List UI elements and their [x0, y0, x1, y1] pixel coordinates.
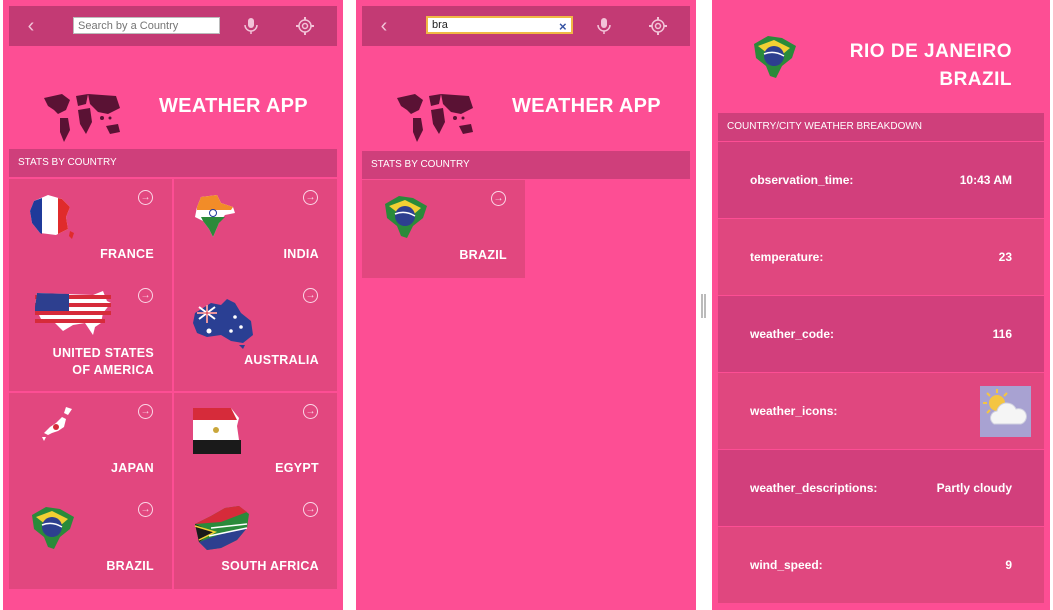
- search-input[interactable]: [73, 17, 220, 34]
- india-map-icon: [195, 195, 235, 237]
- japan-map-icon: [42, 407, 72, 441]
- country-name: EGYPT: [275, 461, 319, 475]
- arrow-right-icon[interactable]: →: [303, 190, 318, 205]
- egypt-map-icon: [193, 408, 241, 454]
- back-icon[interactable]: ‹: [19, 14, 43, 38]
- country-name: UNITED STATES OF AMERICA: [52, 346, 154, 377]
- weather-key: weather_code:: [750, 327, 835, 341]
- weather-row-weather-icons: weather_icons:: [718, 373, 1044, 449]
- country-card-india[interactable]: → INDIA: [174, 179, 337, 277]
- weather-key: weather_icons:: [750, 404, 838, 418]
- app-title: WEATHER APP: [159, 95, 308, 117]
- arrow-right-icon[interactable]: →: [491, 191, 506, 206]
- weather-value: 10:43 AM: [959, 173, 1012, 187]
- australia-map-icon: [193, 299, 253, 349]
- weather-value: Partly cloudy: [936, 481, 1012, 495]
- country-card-australia[interactable]: → AUSTRALIA: [174, 277, 337, 391]
- weather-value: 23: [998, 250, 1012, 264]
- arrow-right-icon[interactable]: →: [303, 502, 318, 517]
- arrow-right-icon[interactable]: →: [138, 288, 153, 303]
- top-bar: ‹ ×: [362, 6, 690, 46]
- country-card-egypt[interactable]: → EGYPT: [174, 393, 337, 491]
- france-map-icon: [30, 195, 74, 239]
- weather-value: 9: [1005, 558, 1012, 572]
- country-card-united-states[interactable]: → UNITED STATES OF AMERICA: [9, 277, 172, 391]
- country-name: AUSTRALIA: [244, 353, 319, 367]
- detail-screen: RIO DE JANEIRO BRAZIL COUNTRY/CITY WEATH…: [712, 0, 1050, 610]
- weather-row-observation-time: observation_time: 10:43 AM: [718, 142, 1044, 218]
- app-title: WEATHER APP: [512, 95, 661, 117]
- country-name: JAPAN: [111, 461, 154, 475]
- weather-key: temperature:: [750, 250, 824, 264]
- country-name: SOUTH AFRICA: [221, 559, 319, 573]
- search-input[interactable]: [426, 16, 573, 34]
- section-header: STATS BY COUNTRY: [9, 149, 337, 177]
- country-card-france[interactable]: → FRANCE: [9, 179, 172, 277]
- weather-key: weather_descriptions:: [750, 481, 878, 495]
- weather-value: 116: [992, 327, 1012, 341]
- gear-icon[interactable]: [648, 16, 668, 36]
- brazil-map-icon: [385, 196, 427, 238]
- usa-map-icon: [35, 291, 111, 335]
- country-name: BRAZIL: [939, 69, 1012, 90]
- arrow-right-icon[interactable]: →: [138, 404, 153, 419]
- country-card-brazil[interactable]: → BRAZIL: [362, 180, 525, 278]
- gear-icon[interactable]: [295, 16, 315, 36]
- brazil-map-icon: [32, 507, 74, 549]
- country-card-brazil[interactable]: → BRAZIL: [9, 491, 172, 589]
- world-map-icon: [44, 94, 120, 142]
- brazil-map-icon: [754, 36, 796, 78]
- microphone-icon[interactable]: [242, 16, 260, 36]
- country-name: BRAZIL: [459, 248, 507, 262]
- country-name: FRANCE: [100, 247, 154, 261]
- arrow-right-icon[interactable]: →: [138, 502, 153, 517]
- world-map-icon: [397, 94, 473, 142]
- country-name: BRAZIL: [106, 559, 154, 573]
- south-africa-map-icon: [194, 506, 249, 550]
- country-card-japan[interactable]: → JAPAN: [9, 393, 172, 491]
- city-name: RIO DE JANEIRO: [849, 41, 1012, 62]
- country-name: INDIA: [283, 247, 319, 261]
- back-icon[interactable]: ‹: [372, 14, 396, 38]
- section-header: COUNTRY/CITY WEATHER BREAKDOWN: [718, 113, 1044, 141]
- home-screen: ‹ WEATHER APP STATS BY COUN: [3, 0, 343, 610]
- section-header: STATS BY COUNTRY: [362, 151, 690, 179]
- weather-key: wind_speed:: [750, 558, 823, 572]
- arrow-right-icon[interactable]: →: [303, 288, 318, 303]
- weather-row-weather-descriptions: weather_descriptions: Partly cloudy: [718, 450, 1044, 526]
- location-title: RIO DE JANEIRO BRAZIL: [850, 38, 1012, 94]
- clear-icon[interactable]: ×: [559, 19, 567, 34]
- weather-row-weather-code: weather_code: 116: [718, 296, 1044, 372]
- search-screen: ‹ × WEATHER APP STATS B: [356, 0, 696, 610]
- panel-resize-handle[interactable]: [701, 294, 706, 318]
- arrow-right-icon[interactable]: →: [138, 190, 153, 205]
- partly-cloudy-icon: [980, 386, 1031, 437]
- top-bar: ‹: [9, 6, 337, 46]
- weather-row-temperature: temperature: 23: [718, 219, 1044, 295]
- microphone-icon[interactable]: [595, 16, 613, 36]
- weather-key: observation_time:: [750, 173, 854, 187]
- weather-row-wind-speed: wind_speed: 9: [718, 527, 1044, 603]
- country-card-south-africa[interactable]: → SOUTH AFRICA: [174, 491, 337, 589]
- arrow-right-icon[interactable]: →: [303, 404, 318, 419]
